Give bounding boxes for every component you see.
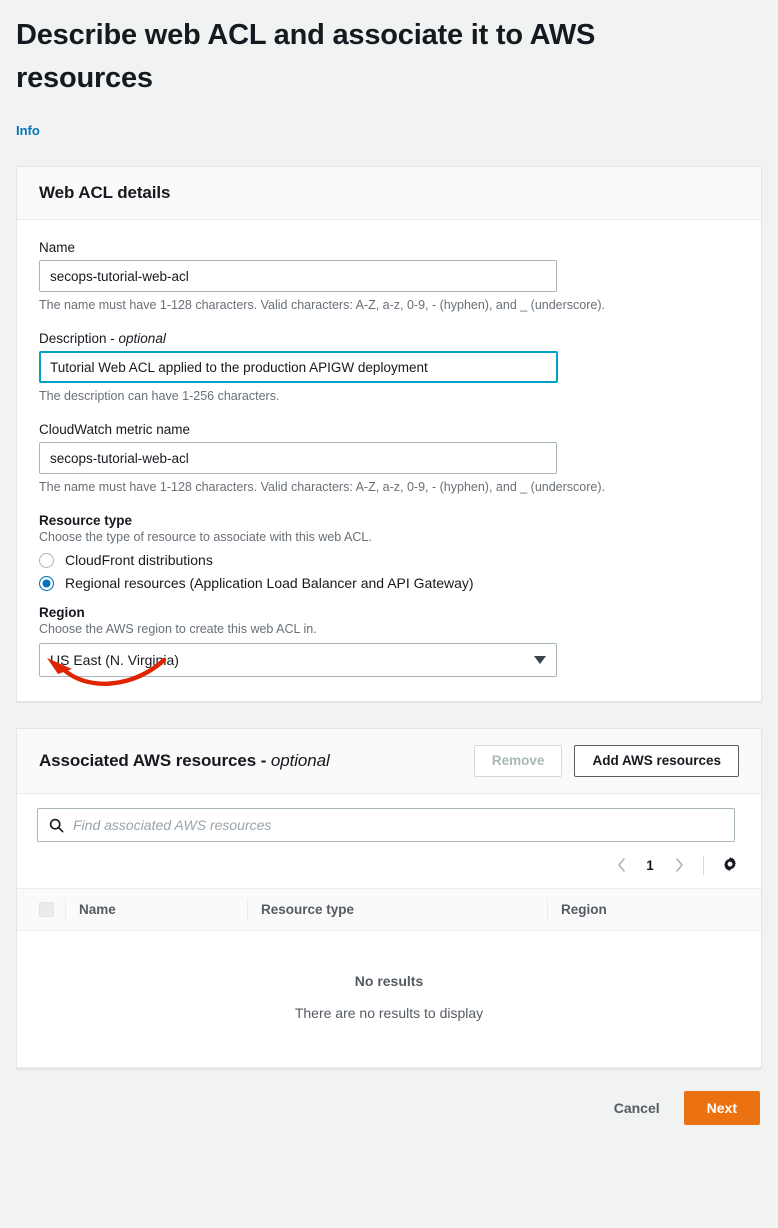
resource-type-field-group: Resource type Choose the type of resourc… bbox=[39, 513, 739, 591]
name-hint: The name must have 1-128 characters. Val… bbox=[39, 298, 605, 312]
table-body: No results There are no results to displ… bbox=[17, 931, 761, 1068]
web-acl-details-title: Web ACL details bbox=[39, 183, 171, 202]
radio-cloudfront-distributions-control[interactable] bbox=[39, 552, 54, 568]
description-label-optional: optional bbox=[118, 331, 166, 346]
table-empty-row: No results There are no results to displ… bbox=[17, 931, 761, 1068]
associated-resources-card-header: Associated AWS resources - optional Remo… bbox=[17, 729, 761, 794]
empty-state: No results There are no results to displ… bbox=[17, 931, 761, 1068]
region-description: Choose the AWS region to create this web… bbox=[39, 622, 317, 636]
region-select[interactable]: US East (N. Virginia) bbox=[39, 643, 557, 677]
cloudwatch-metric-name-label: CloudWatch metric name bbox=[39, 422, 191, 437]
description-label: Description - optional bbox=[39, 331, 739, 346]
radio-option-regional-resources[interactable]: Regional resources (Application Load Bal… bbox=[39, 575, 739, 591]
associated-resources-table: Name Resource type Region No results The… bbox=[17, 888, 761, 1068]
associated-resources-title-optional: optional bbox=[270, 751, 330, 770]
pagination-previous-button[interactable] bbox=[608, 852, 634, 878]
table-empty-cell: No results There are no results to displ… bbox=[17, 931, 761, 1068]
search-row: Find associated AWS resources bbox=[17, 794, 761, 842]
column-header-name[interactable]: Name bbox=[65, 889, 261, 931]
associated-resources-title: Associated AWS resources - optional bbox=[39, 751, 330, 771]
select-all-checkbox[interactable] bbox=[39, 902, 54, 917]
region-select-value: US East (N. Virginia) bbox=[50, 652, 179, 668]
description-label-text: Description - bbox=[39, 331, 119, 346]
cloudwatch-metric-name-field-group: CloudWatch metric name The name must hav… bbox=[39, 422, 739, 495]
web-acl-details-card-body: Name The name must have 1-128 characters… bbox=[17, 220, 761, 701]
region-select-wrapper: US East (N. Virginia) bbox=[39, 643, 557, 677]
name-label: Name bbox=[39, 240, 76, 255]
info-link[interactable]: Info bbox=[16, 123, 40, 138]
description-hint: The description can have 1-256 character… bbox=[39, 389, 280, 403]
remove-button[interactable]: Remove bbox=[473, 745, 563, 777]
empty-state-title: No results bbox=[354, 973, 424, 989]
cloudwatch-metric-name-input[interactable] bbox=[39, 442, 557, 474]
column-header-resource-type[interactable]: Resource type bbox=[247, 889, 561, 931]
create-web-acl-page: Describe web ACL and associate it to AWS… bbox=[0, 0, 778, 1228]
region-field-group: Region Choose the AWS region to create t… bbox=[39, 605, 739, 677]
cancel-button[interactable]: Cancel bbox=[602, 1091, 672, 1125]
add-aws-resources-button[interactable]: Add AWS resources bbox=[574, 745, 739, 777]
select-all-header bbox=[17, 889, 79, 931]
radio-cloudfront-distributions-label[interactable]: CloudFront distributions bbox=[65, 552, 213, 568]
table-head: Name Resource type Region bbox=[17, 888, 761, 931]
web-acl-details-card-header: Web ACL details bbox=[17, 167, 761, 220]
associated-resources-title-text: Associated AWS resources - bbox=[39, 751, 271, 770]
radio-regional-resources-control[interactable] bbox=[39, 575, 54, 591]
wizard-footer: Cancel Next bbox=[0, 1069, 778, 1125]
resource-type-label: Resource type bbox=[39, 513, 133, 528]
search-associated-resources[interactable]: Find associated AWS resources bbox=[37, 808, 735, 842]
name-input[interactable] bbox=[39, 260, 557, 292]
chevron-left-icon bbox=[617, 858, 625, 872]
pagination-divider bbox=[703, 855, 704, 875]
chevron-right-icon bbox=[675, 858, 683, 872]
associated-resources-actions: Remove Add AWS resources bbox=[473, 745, 739, 777]
table-header-row: Name Resource type Region bbox=[17, 888, 761, 931]
table-settings-button[interactable] bbox=[717, 852, 743, 878]
column-header-region[interactable]: Region bbox=[547, 889, 761, 931]
cloudwatch-metric-name-hint: The name must have 1-128 characters. Val… bbox=[39, 480, 605, 494]
description-field-group: Description - optional The description c… bbox=[39, 331, 739, 404]
pagination-page-1[interactable]: 1 bbox=[638, 858, 662, 873]
description-input[interactable] bbox=[39, 351, 558, 383]
radio-option-cloudfront-distributions[interactable]: CloudFront distributions bbox=[39, 552, 739, 568]
empty-state-subtitle: There are no results to display bbox=[294, 1005, 484, 1021]
resource-type-description: Choose the type of resource to associate… bbox=[39, 530, 372, 544]
search-icon bbox=[49, 818, 64, 832]
region-label: Region bbox=[39, 605, 85, 620]
gear-icon bbox=[724, 857, 736, 871]
info-link-container: Info bbox=[0, 100, 778, 140]
name-field-group: Name The name must have 1-128 characters… bbox=[39, 240, 739, 313]
radio-regional-resources-label[interactable]: Regional resources (Application Load Bal… bbox=[65, 575, 474, 591]
pagination-next-button[interactable] bbox=[666, 852, 692, 878]
search-input-placeholder[interactable]: Find associated AWS resources bbox=[73, 817, 271, 833]
web-acl-details-card: Web ACL details Name The name must have … bbox=[16, 166, 762, 702]
next-button[interactable]: Next bbox=[683, 1091, 760, 1125]
table-pagination: 1 bbox=[17, 842, 761, 888]
associated-aws-resources-card: Associated AWS resources - optional Remo… bbox=[16, 728, 762, 1069]
page-title: Describe web ACL and associate it to AWS… bbox=[16, 19, 596, 94]
